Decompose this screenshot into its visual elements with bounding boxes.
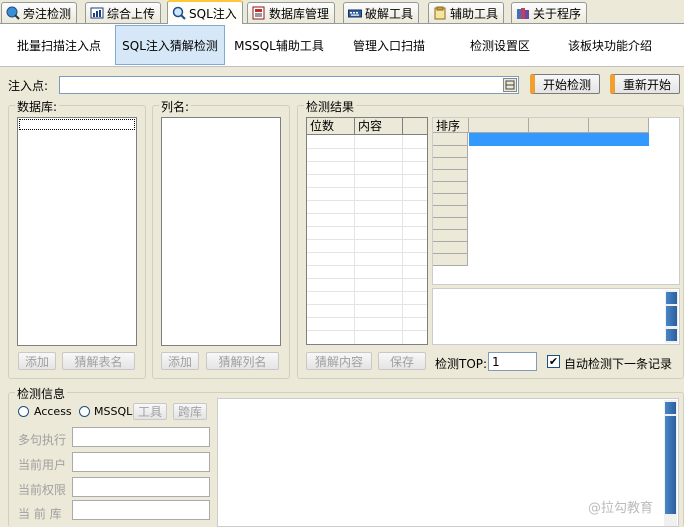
cross-db-button[interactable]: 跨库	[173, 403, 207, 420]
tab-label: SQL注入	[189, 6, 237, 21]
result-scrollbar[interactable]	[665, 290, 678, 343]
access-radio[interactable]	[18, 406, 29, 417]
tab-side-injection[interactable]: 旁注检测	[1, 2, 77, 23]
tab-label: 数据库管理	[269, 6, 330, 21]
guess-tables-button[interactable]: 猜解表名	[62, 352, 135, 370]
current-permission-input[interactable]	[72, 477, 210, 497]
tab-label: 旁注检测	[23, 6, 72, 21]
guess-content-button[interactable]: 猜解内容	[306, 352, 372, 370]
database-icon	[252, 6, 266, 20]
subtab-mssql-tools[interactable]: MSSQL辅助工具	[228, 25, 330, 65]
scroll-up-icon[interactable]	[665, 402, 676, 414]
chart-icon	[90, 6, 104, 20]
mssql-radio[interactable]	[79, 406, 90, 417]
current-permission-label: 当前权限	[18, 483, 67, 497]
access-label: Access	[34, 405, 72, 418]
mssql-label: MSSQL	[94, 405, 133, 418]
add-column-button[interactable]: 添加	[161, 352, 199, 370]
magnifier-icon	[172, 6, 186, 20]
subtab-batch-scan[interactable]: 批量扫描注入点	[5, 25, 113, 65]
sort-grid[interactable]: 排序	[432, 117, 680, 285]
scroll-up-icon[interactable]	[666, 292, 677, 304]
auto-detect-checkbox[interactable]: ✔	[547, 355, 560, 368]
add-database-button[interactable]: 添加	[18, 352, 56, 370]
tool-button[interactable]: 工具	[133, 403, 167, 420]
info-output-area[interactable]: @拉勾教育	[217, 398, 679, 527]
main-tab-bar: 旁注检测 综合上传 SQL注入 数据库管理 破解工具 辅助工具 关于程序	[0, 0, 684, 24]
top-input[interactable]: 1	[488, 352, 537, 371]
top-label: 检测TOP:	[435, 357, 488, 371]
tab-about[interactable]: 关于程序	[511, 2, 587, 23]
start-detect-button[interactable]: 开始检测	[530, 74, 600, 94]
column-header-blank	[403, 118, 427, 135]
tab-upload[interactable]: 综合上传	[85, 2, 161, 23]
multi-exec-input[interactable]	[72, 427, 210, 447]
column-header-content[interactable]: 内容	[355, 118, 403, 135]
column-header-position[interactable]: 位数	[307, 118, 355, 135]
tab-database-manage[interactable]: 数据库管理	[247, 2, 335, 23]
keyboard-icon	[348, 6, 362, 20]
subtab-settings[interactable]: 检测设置区	[448, 25, 552, 65]
current-db-label: 当 前 库	[18, 507, 62, 521]
multi-exec-label: 多句执行	[18, 433, 67, 447]
globe-search-icon	[6, 6, 20, 20]
guess-columns-button[interactable]: 猜解列名	[206, 352, 279, 370]
columns-list[interactable]	[161, 117, 281, 346]
restart-button[interactable]: 重新开始	[610, 74, 680, 94]
current-user-input[interactable]	[72, 452, 210, 472]
result-content-grid[interactable]: 位数 内容	[306, 117, 428, 345]
injection-point-label: 注入点:	[8, 79, 49, 93]
info-group-title: 检测信息	[15, 385, 68, 402]
database-list[interactable]	[17, 117, 137, 346]
tab-label: 综合上传	[107, 6, 156, 21]
columns-group-title: 列名:	[159, 98, 192, 115]
tab-label: 辅助工具	[450, 6, 499, 21]
save-button[interactable]: 保存	[378, 352, 426, 370]
list-focus-row[interactable]	[19, 119, 135, 130]
watermark-text: @拉勾教育	[588, 501, 654, 516]
info-scrollbar[interactable]	[664, 400, 677, 526]
current-user-label: 当前用户	[18, 458, 67, 472]
scroll-down-icon[interactable]	[666, 329, 677, 341]
tab-sql-injection[interactable]: SQL注入	[167, 0, 243, 24]
tab-label: 破解工具	[365, 6, 414, 21]
tab-label: 关于程序	[533, 6, 582, 21]
subtab-sql-guess[interactable]: SQL注入猜解检测	[115, 25, 225, 65]
auto-detect-label: 自动检测下一条记录	[564, 357, 673, 371]
tab-crack-tools[interactable]: 破解工具	[343, 2, 419, 23]
clipboard-icon	[433, 6, 447, 20]
subtab-admin-scan[interactable]: 管理入口扫描	[338, 25, 440, 65]
dropdown-icon[interactable]	[503, 78, 517, 92]
sub-tab-bar: 批量扫描注入点 SQL注入猜解检测 MSSQL辅助工具 管理入口扫描 检测设置区…	[0, 24, 684, 67]
injection-point-input[interactable]	[59, 76, 519, 94]
result-group-title: 检测结果	[304, 98, 357, 115]
tab-aux-tools[interactable]: 辅助工具	[428, 2, 504, 23]
sort-header[interactable]: 排序	[433, 118, 469, 133]
selected-row[interactable]	[469, 133, 649, 146]
subtab-intro[interactable]: 该板块功能介绍	[558, 25, 662, 65]
database-group-title: 数据库:	[15, 98, 60, 115]
books-icon	[516, 6, 530, 20]
result-text-area[interactable]	[432, 288, 680, 345]
current-db-input[interactable]	[72, 500, 210, 520]
